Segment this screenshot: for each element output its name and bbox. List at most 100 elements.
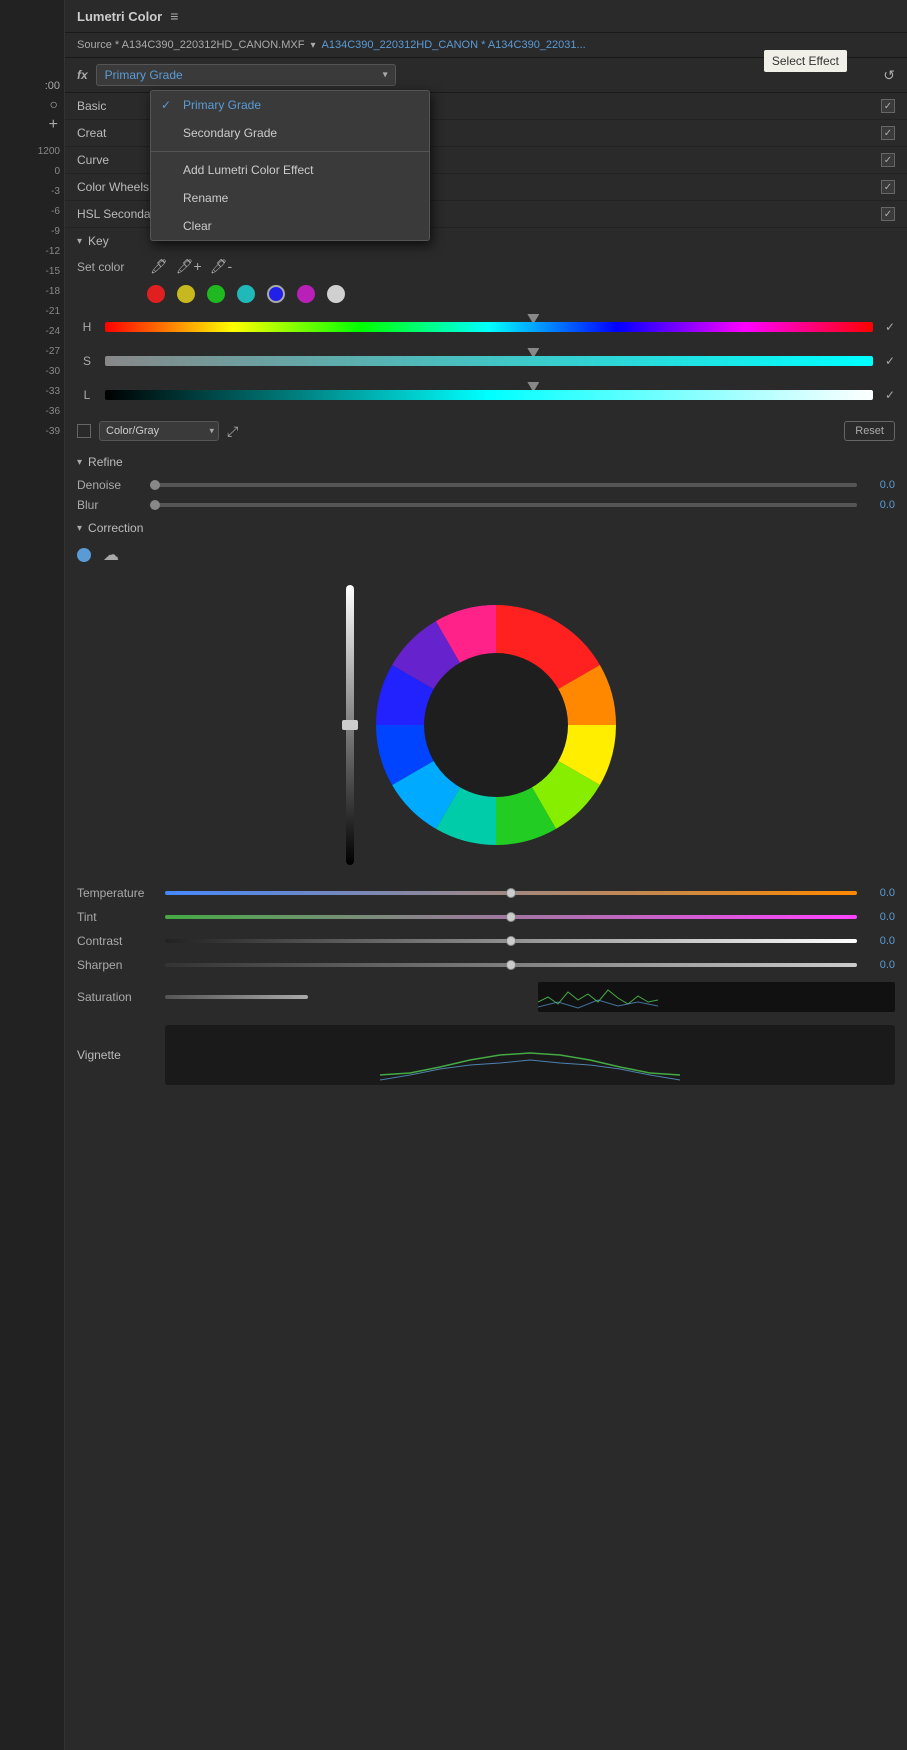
tint-thumb[interactable] — [506, 912, 516, 922]
blur-value: 0.0 — [865, 499, 895, 511]
refine-header: ▾ Refine — [77, 449, 895, 475]
dropdown-item-rename[interactable]: Rename — [151, 184, 429, 212]
eyedropper-plus-icon[interactable]: 🖊+ — [176, 258, 202, 275]
sharpen-track-wrapper — [165, 961, 857, 969]
ruler-label: -24 — [46, 322, 64, 342]
correction-person-icon[interactable]: ☁ — [103, 545, 119, 565]
temperature-thumb[interactable] — [506, 888, 516, 898]
timeline-add[interactable]: + — [49, 116, 64, 134]
blur-thumb[interactable] — [150, 500, 160, 510]
dropdown-item-primary-grade[interactable]: Primary Grade — [151, 91, 429, 119]
section-basic-checkbox[interactable] — [881, 99, 895, 113]
lum-track[interactable] — [105, 390, 873, 400]
wheel-vertical-slider[interactable] — [346, 585, 354, 865]
denoise-label: Denoise — [77, 478, 142, 492]
sharpen-track[interactable] — [165, 963, 857, 967]
timeline-scrubber[interactable]: ○ — [50, 96, 64, 112]
wheel-v-thumb[interactable] — [342, 720, 358, 730]
contrast-thumb[interactable] — [506, 936, 516, 946]
color-mode-checkbox[interactable] — [77, 424, 91, 438]
swatch-white[interactable] — [327, 285, 345, 303]
blur-track[interactable] — [150, 503, 857, 507]
swatch-red[interactable] — [147, 285, 165, 303]
sat-check[interactable]: ✓ — [885, 354, 895, 368]
ruler-label: -21 — [46, 302, 64, 322]
panel-header: Lumetri Color ≡ — [65, 0, 907, 33]
fx-bar: fx Primary Grade ▾ ↺ Primary Grade Secon… — [65, 58, 907, 93]
fx-reset-icon[interactable]: ↺ — [883, 67, 895, 84]
tint-value: 0.0 — [865, 911, 895, 923]
color-mode-select[interactable]: Color/Gray Color Gray White/Black — [99, 421, 219, 441]
correction-dot[interactable] — [77, 548, 91, 562]
lum-check[interactable]: ✓ — [885, 388, 895, 402]
key-collapse-arrow[interactable]: ▾ — [77, 236, 82, 247]
color-mode-row: Color/Gray Color Gray White/Black ▾ ⤢ Re… — [77, 413, 895, 449]
fx-label: fx — [77, 68, 88, 82]
hue-track[interactable] — [105, 322, 873, 332]
ruler-label: -18 — [46, 282, 64, 302]
tint-track[interactable] — [165, 915, 857, 919]
fx-dropdown[interactable]: Primary Grade — [96, 64, 396, 86]
sat-slider-row: S ✓ — [77, 345, 895, 377]
sat-track[interactable] — [105, 356, 873, 366]
correction-title: Correction — [88, 521, 143, 535]
dropdown-item-clear[interactable]: Clear — [151, 212, 429, 240]
hue-check[interactable]: ✓ — [885, 320, 895, 334]
saturation-waveform — [538, 982, 895, 1012]
saturation-track-wrapper — [165, 993, 522, 1001]
vignette-graph — [165, 1025, 895, 1085]
temperature-track[interactable] — [165, 891, 857, 895]
swatch-cyan[interactable] — [237, 285, 255, 303]
reset-button[interactable]: Reset — [844, 421, 895, 441]
correction-collapse-arrow[interactable]: ▾ — [77, 523, 82, 534]
swatch-blue[interactable] — [267, 285, 285, 303]
temperature-row: Temperature 0.0 — [77, 881, 895, 905]
section-creative-checkbox[interactable] — [881, 126, 895, 140]
dropdown-item-secondary-grade[interactable]: Secondary Grade — [151, 119, 429, 147]
ruler-label: 1200 — [38, 142, 64, 162]
swatch-magenta[interactable] — [297, 285, 315, 303]
fx-dropdown-wrapper: Primary Grade ▾ — [96, 64, 396, 86]
sharpen-label: Sharpen — [77, 958, 157, 972]
key-title: Key — [88, 234, 109, 248]
sharpen-thumb[interactable] — [506, 960, 516, 970]
sat-label: S — [77, 354, 97, 368]
hsl-secondary-checkbox[interactable] — [881, 207, 895, 221]
temperature-label: Temperature — [77, 886, 157, 900]
lum-slider-row: L ✓ — [77, 379, 895, 411]
key-section: ▾ Key Set color 🖊 🖊+ 🖊- H — [65, 228, 907, 449]
eyedropper-add-icon[interactable]: 🖊 — [150, 258, 168, 275]
ruler-label: -9 — [51, 222, 64, 242]
ruler-label: -6 — [51, 202, 64, 222]
panel-title: Lumetri Color — [77, 9, 162, 24]
lum-slider-container — [105, 383, 873, 407]
source-name: Source * A134C390_220312HD_CANON.MXF — [77, 39, 304, 51]
section-color-wheels-checkbox[interactable] — [881, 180, 895, 194]
correction-sliders: Temperature 0.0 Tint 0.0 Contrast — [65, 881, 907, 1017]
refine-section: ▾ Refine Denoise 0.0 Blur 0.0 — [65, 449, 907, 515]
ruler-label: -12 — [46, 242, 64, 262]
blur-label: Blur — [77, 498, 142, 512]
source-dropdown-arrow[interactable]: ▾ — [310, 40, 315, 51]
hue-slider-container — [105, 315, 873, 339]
denoise-thumb[interactable] — [150, 480, 160, 490]
correction-icons: ☁ — [77, 541, 895, 569]
refine-title: Refine — [88, 455, 123, 469]
section-curves-checkbox[interactable] — [881, 153, 895, 167]
saturation-track[interactable] — [165, 995, 308, 999]
color-wheel[interactable] — [366, 595, 626, 855]
swatch-yellow[interactable] — [177, 285, 195, 303]
expand-icon[interactable]: ⤢ — [227, 423, 238, 440]
tint-label: Tint — [77, 910, 157, 924]
ruler-label: -27 — [46, 342, 64, 362]
source-clip: A134C390_220312HD_CANON * A134C390_22031… — [322, 39, 896, 51]
eyedropper-minus-icon[interactable]: 🖊- — [210, 258, 232, 275]
dropdown-divider — [151, 151, 429, 152]
swatch-green[interactable] — [207, 285, 225, 303]
dropdown-item-add-effect[interactable]: Add Lumetri Color Effect — [151, 156, 429, 184]
panel-menu-icon[interactable]: ≡ — [170, 8, 178, 24]
refine-collapse-arrow[interactable]: ▾ — [77, 457, 82, 468]
contrast-track[interactable] — [165, 939, 857, 943]
blur-row: Blur 0.0 — [77, 495, 895, 515]
denoise-track[interactable] — [150, 483, 857, 487]
